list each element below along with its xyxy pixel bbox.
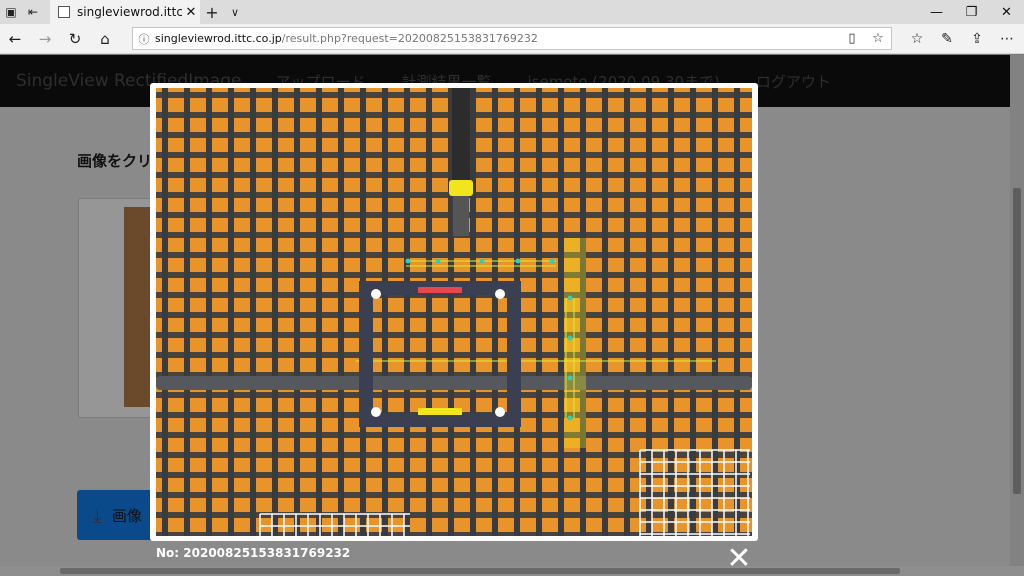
tab-list-chevron-icon[interactable]: ∨ — [226, 0, 244, 24]
tab-close-icon[interactable]: ✕ — [182, 5, 200, 20]
home-icon[interactable]: ⌂ — [94, 29, 116, 49]
forward-arrow-icon[interactable]: → — [34, 29, 56, 49]
image-number-caption: No: 20200825153831769232 — [156, 546, 351, 560]
download-icon: ⤓ — [93, 503, 102, 527]
page-favicon-icon — [58, 6, 70, 18]
horizontal-scrollbar-thumb[interactable] — [60, 568, 900, 574]
menu-logout[interactable]: ログアウト — [756, 71, 831, 92]
web-note-pen-icon[interactable]: ✎ — [932, 28, 962, 50]
address-bar[interactable]: ⓘ singleviewrod.ittc.co.jp/result.php?re… — [132, 27, 892, 50]
more-menu-icon[interactable]: ⋯ — [992, 28, 1022, 50]
browser-nav-bar: ← → ↻ ⌂ ⓘ singleviewrod.ittc.co.jp/resul… — [0, 24, 1024, 54]
refresh-icon[interactable]: ↻ — [64, 29, 86, 49]
url-host: singleviewrod.ittc.co.jp — [155, 32, 282, 45]
minimize-icon[interactable]: — — [919, 0, 954, 24]
favorites-hub-icon[interactable]: ☆ — [902, 28, 932, 50]
window-close-icon[interactable]: ✕ — [989, 0, 1024, 24]
browser-tab[interactable]: singleviewrod.ittc.co.jp ✕ — [50, 0, 200, 24]
window-controls: — ❐ ✕ — [919, 0, 1024, 24]
page-heading: 画像をクリ — [77, 152, 153, 170]
tab-title: singleviewrod.ittc.co.jp — [77, 5, 182, 19]
set-aside-tabs-icon[interactable]: ⇤ — [22, 0, 44, 24]
favorite-star-icon[interactable]: ☆ — [865, 31, 891, 46]
back-arrow-icon[interactable]: ← — [4, 29, 26, 49]
restore-icon[interactable]: ❐ — [954, 0, 989, 24]
new-tab-icon[interactable]: + — [203, 0, 221, 24]
lightbox-close-icon[interactable]: ✕ — [724, 544, 754, 574]
share-icon[interactable]: ⇪ — [962, 28, 992, 50]
rectified-rebar-image[interactable] — [156, 88, 752, 536]
reading-view-icon[interactable]: ▯ — [839, 31, 865, 46]
site-info-icon[interactable]: ⓘ — [133, 31, 155, 47]
download-label: 画像 — [111, 506, 142, 525]
url-path: /result.php?request=20200825153831769232 — [281, 32, 538, 45]
vertical-scrollbar-thumb[interactable] — [1013, 188, 1021, 494]
tab-actions-icon[interactable]: ▣ — [0, 0, 22, 24]
